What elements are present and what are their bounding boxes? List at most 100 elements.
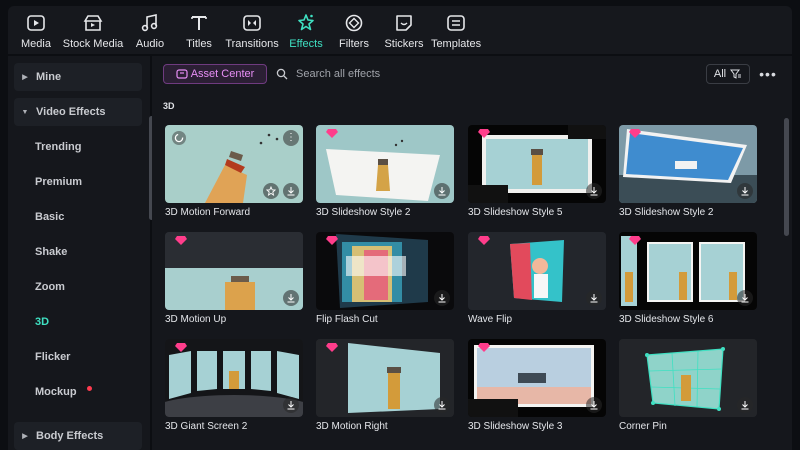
premium-gem-icon xyxy=(326,236,338,245)
toolbar-stock-media[interactable]: Stock Media xyxy=(62,6,124,54)
effect-thumbnail xyxy=(165,232,303,310)
asset-center-icon xyxy=(176,69,188,79)
sidebar-item-3d[interactable]: 3D xyxy=(14,308,142,336)
toolbar-stickers-label: Stickers xyxy=(384,38,424,50)
premium-gem-icon xyxy=(326,343,338,352)
sidebar-item-flicker[interactable]: Flicker xyxy=(14,343,142,371)
effect-thumbnail xyxy=(316,125,454,203)
sidebar-item-body-effects[interactable]: ▶ Body Effects xyxy=(14,422,142,450)
effect-label: 3D Slideshow Style 3 xyxy=(468,421,563,432)
effect-card[interactable]: 3D Motion Right xyxy=(316,339,454,432)
effects-panel: Asset Center Search all effects All ••• … xyxy=(152,56,792,450)
sidebar-item-label: 3D xyxy=(35,316,50,328)
search-icon xyxy=(276,68,288,80)
sidebar-item-label: Basic xyxy=(35,211,65,223)
effect-thumbnail xyxy=(468,339,606,417)
download-icon[interactable] xyxy=(586,183,602,199)
top-toolbar: Media Stock Media Audio Titles Transitio… xyxy=(8,6,792,54)
effect-card[interactable]: ⋮ 3D Motion Forward xyxy=(165,125,303,218)
sidebar-item-video-effects[interactable]: ▼ Video Effects xyxy=(14,98,142,126)
download-icon[interactable] xyxy=(586,397,602,413)
effect-thumbnail xyxy=(619,339,757,417)
loading-icon xyxy=(172,131,186,145)
toolbar-effects-label: Effects xyxy=(289,38,323,50)
toolbar-stickers[interactable]: Stickers xyxy=(384,6,424,54)
filter-label: All xyxy=(713,68,727,80)
sidebar-item-label: Flicker xyxy=(35,351,71,363)
sidebar-item-mine[interactable]: ▶ Mine xyxy=(14,63,142,91)
download-icon[interactable] xyxy=(737,183,753,199)
sidebar: ▶ Mine ▼ Video Effects Trending Premium … xyxy=(8,56,154,450)
download-icon[interactable] xyxy=(283,397,299,413)
search-field[interactable]: Search all effects xyxy=(276,64,696,84)
filter-dropdown[interactable]: All xyxy=(706,64,750,84)
favorite-icon[interactable] xyxy=(263,183,279,199)
effect-card[interactable]: 3D Motion Up xyxy=(165,232,303,325)
toolbar-templates-label: Templates xyxy=(430,38,482,50)
more-vertical-icon[interactable]: ⋮ xyxy=(283,130,299,146)
toolbar-audio-label: Audio xyxy=(135,38,165,50)
download-icon[interactable] xyxy=(283,183,299,199)
effect-card[interactable]: Flip Flash Cut xyxy=(316,232,454,325)
toolbar-filters[interactable]: Filters xyxy=(338,6,370,54)
effect-label: 3D Motion Right xyxy=(316,421,388,432)
audio-icon xyxy=(139,12,161,34)
effects-icon xyxy=(295,12,317,34)
effect-card[interactable]: 3D Slideshow Style 6 xyxy=(619,232,757,325)
sidebar-item-label: Trending xyxy=(35,141,82,153)
filters-icon xyxy=(343,12,365,34)
sidebar-item-premium[interactable]: Premium xyxy=(14,168,142,196)
download-icon[interactable] xyxy=(737,290,753,306)
asset-center-label: Asset Center xyxy=(190,68,255,80)
effect-thumbnail xyxy=(316,232,454,310)
effect-card[interactable]: 3D Slideshow Style 5 xyxy=(468,125,606,218)
download-icon[interactable] xyxy=(434,290,450,306)
effect-card[interactable]: 3D Giant Screen 2 xyxy=(165,339,303,432)
toolbar-templates[interactable]: Templates xyxy=(431,6,481,54)
titles-icon xyxy=(188,12,210,34)
sidebar-item-label: Premium xyxy=(35,176,83,188)
sidebar-item-mockup[interactable]: Mockup xyxy=(14,378,142,406)
toolbar-transitions[interactable]: Transitions xyxy=(225,6,279,54)
transitions-icon xyxy=(241,12,263,34)
effect-card[interactable]: 3D Slideshow Style 2 xyxy=(619,125,757,218)
toolbar-effects[interactable]: Effects xyxy=(288,6,324,54)
toolbar-audio[interactable]: Audio xyxy=(134,6,166,54)
premium-gem-icon xyxy=(326,129,338,138)
download-icon[interactable] xyxy=(434,183,450,199)
stock-media-icon xyxy=(82,12,104,34)
toolbar-media[interactable]: Media xyxy=(20,6,52,54)
toolbar-filters-label: Filters xyxy=(339,38,369,50)
effect-label: Wave Flip xyxy=(468,314,513,325)
effect-card[interactable]: 3D Slideshow Style 2 xyxy=(316,125,454,218)
download-icon[interactable] xyxy=(434,397,450,413)
toolbar-titles[interactable]: Titles xyxy=(183,6,215,54)
effect-thumbnail xyxy=(165,339,303,417)
sidebar-item-zoom[interactable]: Zoom xyxy=(14,273,142,301)
asset-center-button[interactable]: Asset Center xyxy=(163,64,267,84)
chevron-right-icon: ▶ xyxy=(22,74,28,81)
effect-card[interactable]: Corner Pin xyxy=(619,339,757,432)
media-icon xyxy=(25,12,47,34)
effect-card[interactable]: Wave Flip xyxy=(468,232,606,325)
more-options-button[interactable]: ••• xyxy=(758,64,778,84)
effect-thumbnail xyxy=(316,339,454,417)
sidebar-item-label: Shake xyxy=(35,246,68,258)
sidebar-item-basic[interactable]: Basic xyxy=(14,203,142,231)
effect-label: 3D Slideshow Style 5 xyxy=(468,207,563,218)
effect-thumbnail xyxy=(619,232,757,310)
effect-card[interactable]: 3D Slideshow Style 3 xyxy=(468,339,606,432)
toolbar-titles-label: Titles xyxy=(186,38,212,50)
toolbar-transitions-label: Transitions xyxy=(225,38,279,50)
effects-scrollbar[interactable] xyxy=(784,118,789,236)
download-icon[interactable] xyxy=(283,290,299,306)
sidebar-item-shake[interactable]: Shake xyxy=(14,238,142,266)
effect-thumbnail xyxy=(619,125,757,203)
effect-label: 3D Giant Screen 2 xyxy=(165,421,248,432)
section-title: 3D xyxy=(163,101,175,111)
sidebar-item-trending[interactable]: Trending xyxy=(14,133,142,161)
premium-gem-icon xyxy=(629,129,641,138)
premium-gem-icon xyxy=(629,236,641,245)
download-icon[interactable] xyxy=(737,397,753,413)
download-icon[interactable] xyxy=(586,290,602,306)
